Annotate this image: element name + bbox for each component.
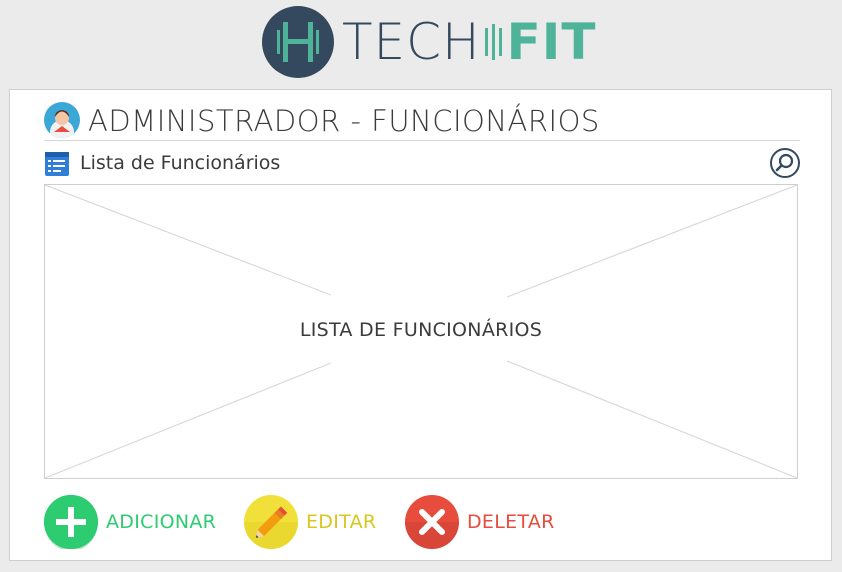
list-subheader: Lista de Funcionários — [44, 146, 800, 182]
logo-text-fit: FIT — [506, 13, 597, 71]
list-title: Lista de Funcionários — [80, 152, 281, 174]
main-panel: ADMINISTRADOR - FUNCIONÁRIOS Lista de Fu… — [9, 89, 832, 561]
delete-button[interactable]: DELETAR — [405, 494, 555, 550]
logo-text-tech: TECH — [342, 13, 481, 71]
techfit-logo: TECH FIT — [262, 6, 596, 78]
list-placeholder-text: LISTA DE FUNCIONÁRIOS — [299, 319, 543, 341]
edit-label: EDITAR — [306, 511, 377, 533]
page-header: ADMINISTRADOR - FUNCIONÁRIOS — [44, 100, 800, 141]
edit-button[interactable]: EDITAR — [244, 494, 376, 550]
logo-dumbbell-icon — [483, 22, 505, 62]
plus-icon — [44, 495, 98, 549]
search-icon — [775, 153, 794, 172]
employee-list-placeholder[interactable]: LISTA DE FUNCIONÁRIOS — [44, 184, 798, 479]
pencil-icon — [244, 495, 298, 549]
search-button[interactable] — [770, 148, 800, 178]
admin-user-icon — [44, 102, 80, 138]
delete-label: DELETAR — [467, 511, 555, 533]
page-title: ADMINISTRADOR - FUNCIONÁRIOS — [88, 104, 600, 138]
list-icon — [45, 152, 69, 176]
logo-wordmark: TECH FIT — [342, 13, 597, 71]
add-button[interactable]: ADICIONAR — [44, 494, 216, 550]
close-icon — [405, 495, 459, 549]
action-bar: ADICIONAR EDITAR DELETAR — [44, 494, 804, 550]
logo-badge — [262, 6, 334, 78]
add-label: ADICIONAR — [106, 511, 217, 533]
